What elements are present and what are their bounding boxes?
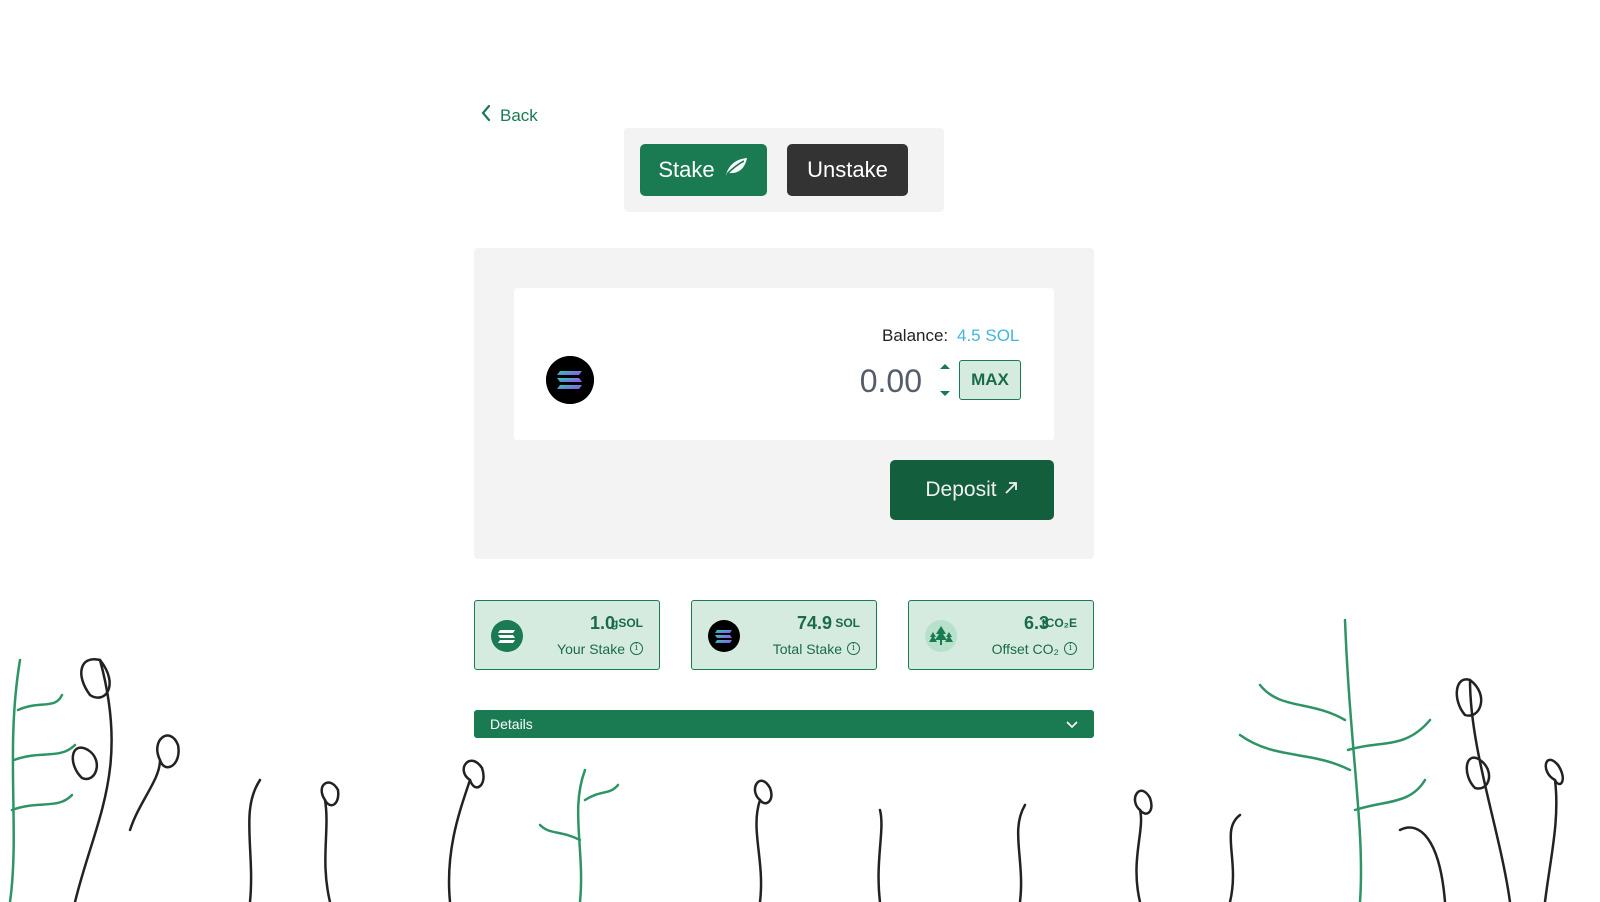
back-link[interactable]: Back [480, 104, 538, 127]
max-label: MAX [971, 370, 1009, 389]
amount-stepper[interactable] [938, 360, 952, 400]
arrow-up-right-icon [1003, 478, 1019, 502]
stepper-down-icon [940, 391, 950, 396]
deposit-label: Deposit [925, 478, 997, 501]
max-button[interactable]: MAX [959, 360, 1021, 400]
stake-tab-button[interactable]: Stake [640, 144, 767, 196]
amount-input[interactable] [800, 358, 924, 404]
stake-label: Stake [658, 157, 715, 182]
solana-logo-icon [546, 356, 594, 404]
leaf-icon [723, 156, 749, 184]
foliage-decoration [8, 618, 1565, 902]
deposit-button[interactable]: Deposit [890, 460, 1054, 520]
unstake-label: Unstake [807, 157, 888, 182]
stepper-up-icon [940, 364, 950, 369]
balance-value: 4.5 SOL [957, 326, 1020, 345]
unstake-tab-button[interactable]: Unstake [787, 144, 908, 196]
back-label: Back [500, 105, 538, 125]
balance-label: Balance: [882, 326, 949, 345]
chevron-left-icon [480, 104, 492, 127]
